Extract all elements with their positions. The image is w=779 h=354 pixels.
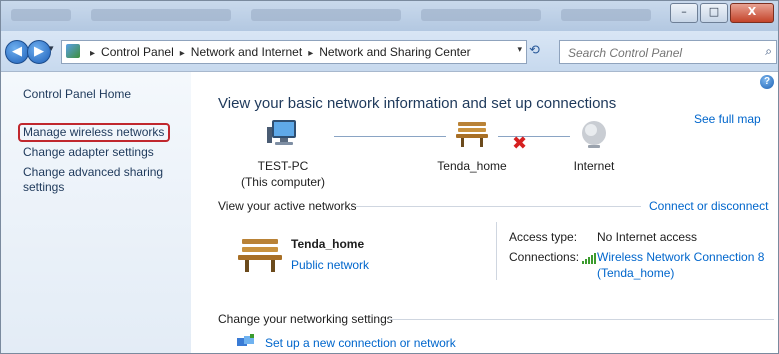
sidebar-item-control-panel-home[interactable]: Control Panel Home <box>23 87 131 102</box>
active-network-name: Tenda_home <box>291 237 365 251</box>
network-location-link[interactable]: Public network <box>291 258 369 272</box>
active-networks-title: View your active networks <box>218 199 357 213</box>
breadcrumb-separator-icon[interactable]: ▸ <box>308 48 313 59</box>
back-arrow-icon: ◀ <box>12 44 22 59</box>
wireless-signal-icon <box>582 252 596 264</box>
address-bar[interactable]: ▸ Control Panel ▸ Network and Internet ▸ Netw… <box>61 40 527 64</box>
connection-line <box>498 136 570 137</box>
bench-icon <box>238 239 282 272</box>
wireless-connection-link-ssid[interactable]: (Tenda_home) <box>597 266 674 280</box>
new-connection-icon <box>237 334 254 346</box>
forward-button[interactable]: ▶ <box>27 40 51 64</box>
sidebar-item-manage-wireless-networks[interactable]: Manage wireless networks <box>23 125 164 140</box>
minimize-button[interactable]: – <box>670 3 698 23</box>
breadcrumb-separator-icon[interactable]: ▸ <box>180 48 185 59</box>
search-box[interactable]: ⌕ <box>559 40 777 64</box>
control-panel-icon <box>66 44 80 58</box>
connections-label: Connections: <box>509 250 580 264</box>
breadcrumb-separator-icon[interactable]: ▸ <box>90 48 95 59</box>
control-panel-window: – □ X ◀ ▶ ▾ ▸ Control Panel ▸ Network and I… <box>0 0 779 354</box>
task-pane: Control Panel Home Manage wireless netwo… <box>1 72 191 353</box>
help-icon[interactable]: ? <box>760 75 774 89</box>
section-divider <box>388 319 774 320</box>
recent-pages-dropdown-icon[interactable]: ▾ <box>49 44 54 54</box>
connection-line <box>334 136 446 137</box>
networking-settings-title: Change your networking settings <box>218 312 393 326</box>
navigation-bar: ◀ ▶ ▾ ▸ Control Panel ▸ Network and Interne… <box>1 31 778 72</box>
breadcrumb-network-sharing-center[interactable]: Network and Sharing Center <box>319 45 470 59</box>
access-type-label: Access type: <box>509 230 578 244</box>
maximize-icon: □ <box>708 5 720 18</box>
no-connection-icon: ✖ <box>512 133 528 154</box>
internet-label: Internet <box>573 159 615 173</box>
breadcrumb-network-and-internet[interactable]: Network and Internet <box>191 45 302 59</box>
connect-or-disconnect-link[interactable]: Connect or disconnect <box>649 199 768 213</box>
map-node-internet[interactable] <box>578 118 610 153</box>
breadcrumb: ▸ Control Panel ▸ Network and Internet ▸ Netw… <box>84 45 471 59</box>
bench-icon <box>456 122 488 147</box>
see-full-map-link[interactable]: See full map <box>694 112 761 126</box>
refresh-icon[interactable]: ⟲ <box>529 43 540 58</box>
computer-name: TEST-PC <box>257 159 309 173</box>
map-node-computer[interactable] <box>266 118 302 151</box>
search-input[interactable] <box>566 43 750 63</box>
blurred-title-region <box>11 9 71 21</box>
sidebar-item-change-advanced-sharing[interactable]: Change advanced sharing settings <box>23 165 183 195</box>
vertical-divider <box>496 222 497 280</box>
access-type-value: No Internet access <box>597 230 698 244</box>
wireless-connection-link[interactable]: Wireless Network Connection 8 <box>597 250 764 264</box>
computer-label: (This computer) <box>240 175 326 189</box>
blurred-title-region <box>251 9 401 21</box>
blurred-title-region <box>561 9 651 21</box>
blurred-title-region <box>421 9 541 21</box>
computer-icon <box>267 120 296 145</box>
forward-arrow-icon: ▶ <box>34 44 44 59</box>
blurred-title-region <box>91 9 231 21</box>
address-dropdown-icon[interactable]: ▾ <box>517 45 522 55</box>
setup-new-connection-link[interactable]: Set up a new connection or network <box>265 336 456 350</box>
maximize-button[interactable]: □ <box>700 3 728 23</box>
network-name-map: Tenda_home <box>437 159 507 173</box>
close-button[interactable]: X <box>730 3 774 23</box>
back-button[interactable]: ◀ <box>5 40 29 64</box>
close-icon: X <box>747 5 757 18</box>
breadcrumb-control-panel[interactable]: Control Panel <box>101 45 174 59</box>
title-bar[interactable]: – □ X <box>1 1 778 31</box>
section-divider <box>356 206 641 207</box>
globe-icon <box>582 121 606 148</box>
sidebar-item-change-adapter-settings[interactable]: Change adapter settings <box>23 145 154 160</box>
map-node-network[interactable] <box>454 118 490 151</box>
search-icon[interactable]: ⌕ <box>765 44 772 59</box>
window-controls: – □ X <box>668 3 774 23</box>
page-title: View your basic network information and … <box>218 95 617 112</box>
minimize-icon: – <box>681 5 687 18</box>
